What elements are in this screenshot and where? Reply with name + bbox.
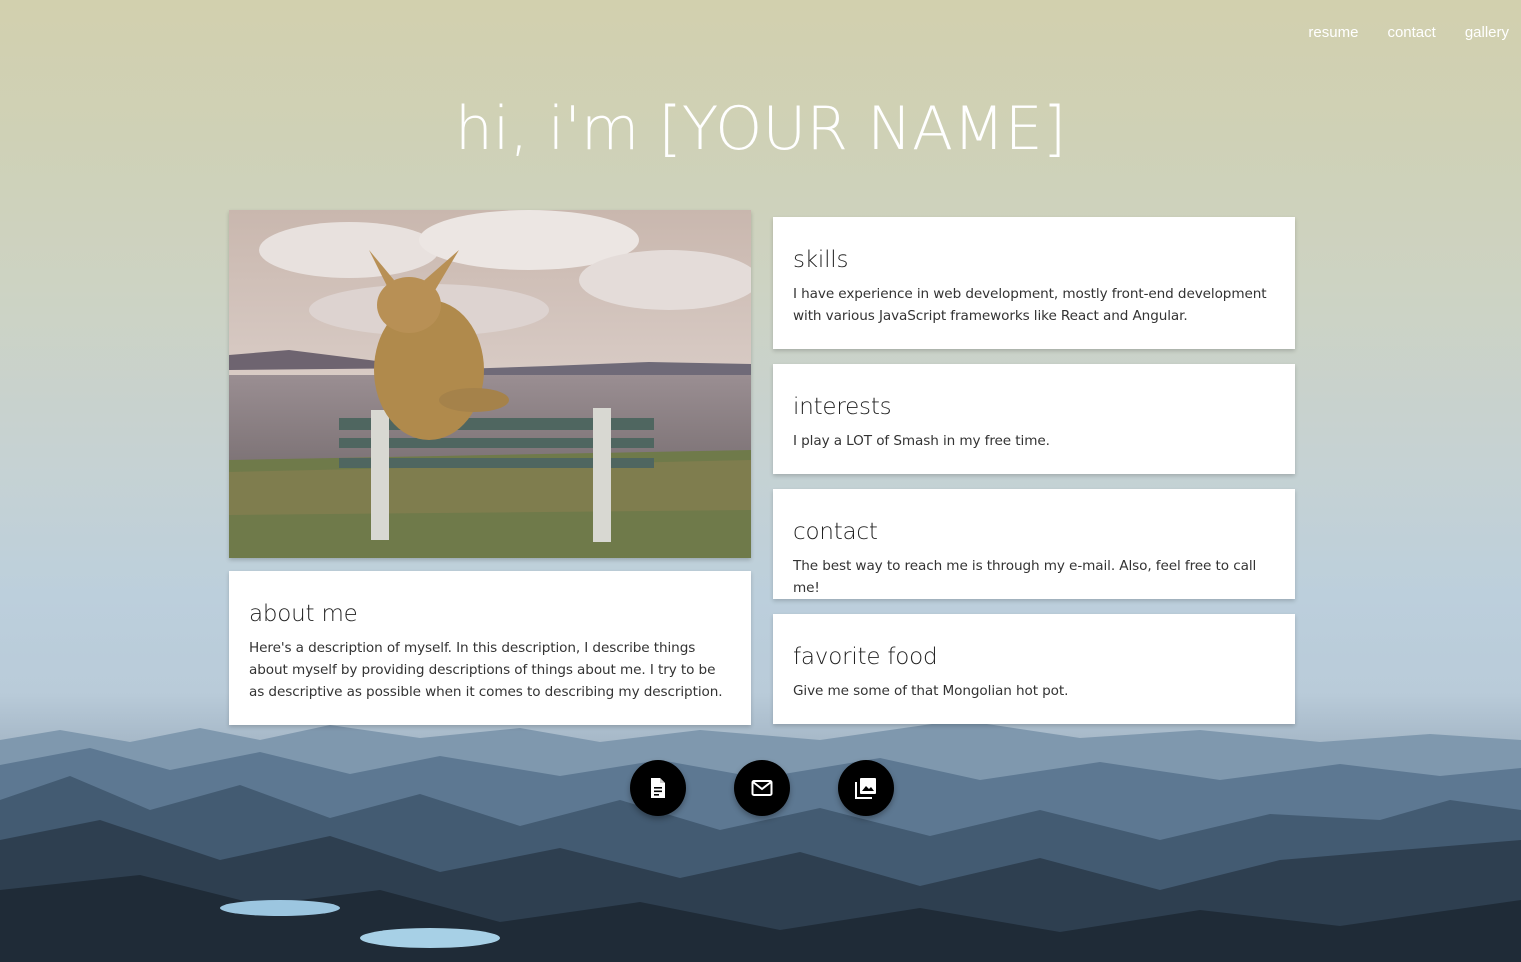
contact-card: contact The best way to reach me is thro… [773, 489, 1295, 599]
about-me-title: about me [249, 601, 358, 627]
mountain-landscape-image [0, 720, 1521, 962]
about-me-card: about me Here's a description of myself.… [229, 571, 751, 725]
photo-library-icon [855, 778, 876, 799]
interests-card: interests I play a LOT of Smash in my fr… [773, 364, 1295, 474]
about-me-text: Here's a description of myself. In this … [249, 640, 723, 700]
mail-icon [751, 780, 773, 796]
document-icon [651, 778, 665, 798]
resume-button[interactable] [630, 760, 686, 816]
skills-text: I have experience in web development, mo… [793, 286, 1267, 324]
nav-link-contact[interactable]: contact [1387, 24, 1435, 41]
favorite-food-card: favorite food Give me some of that Mongo… [773, 614, 1295, 724]
nav-link-resume[interactable]: resume [1308, 24, 1358, 41]
bunny-bench-photo [229, 210, 751, 558]
interests-title: interests [793, 394, 892, 420]
favorite-food-text: Give me some of that Mongolian hot pot. [793, 683, 1069, 699]
page-title: hi, i'm [YOUR NAME] [454, 94, 1067, 164]
top-nav: resume contact gallery [1308, 24, 1509, 41]
skills-card: skills I have experience in web developm… [773, 217, 1295, 349]
contact-title: contact [793, 519, 878, 545]
gallery-button[interactable] [838, 760, 894, 816]
contact-text: The best way to reach me is through my e… [793, 558, 1257, 596]
skills-title: skills [793, 247, 849, 273]
email-button[interactable] [734, 760, 790, 816]
favorite-food-title: favorite food [793, 644, 938, 670]
nav-link-gallery[interactable]: gallery [1465, 24, 1509, 41]
interests-text: I play a LOT of Smash in my free time. [793, 433, 1050, 449]
